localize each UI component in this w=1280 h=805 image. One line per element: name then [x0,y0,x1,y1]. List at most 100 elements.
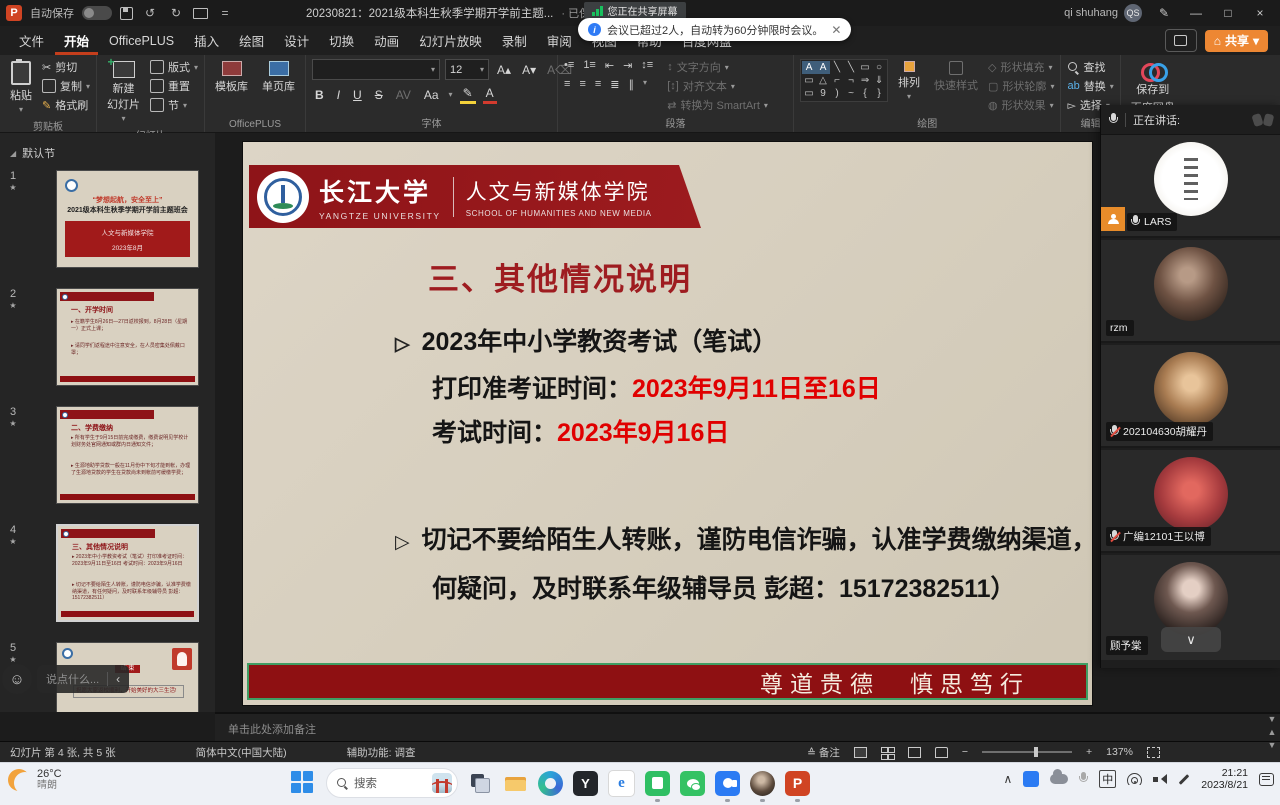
slide-indicator[interactable]: 幻灯片 第 4 张, 共 5 张 [0,745,126,760]
taskbar-search[interactable]: 搜索 [326,768,458,798]
font-size-combo[interactable]: 12▾ [445,59,489,80]
smartart-button[interactable]: ⇄转换为 SmartArt▾ [667,97,768,113]
hidden-icons-chevron[interactable]: ∧ [1003,772,1012,786]
template-library-button[interactable]: 模板库 [211,59,252,96]
participant-tile-huyaodan[interactable]: 202104630胡耀丹 [1101,345,1280,448]
language-status[interactable]: 简体中文(中国大陆) [186,745,297,760]
decrease-indent-icon[interactable]: ⇤ [605,59,614,72]
line-spacing-icon[interactable]: ↕≡ [641,59,653,72]
notes-pane[interactable]: 单击此处添加备注 [215,712,1280,741]
onedrive-cloud-icon[interactable] [1050,774,1068,784]
strikethrough-button[interactable]: S [372,87,386,103]
notification-center-icon[interactable] [1259,773,1274,786]
tab-home[interactable]: 开始 [55,26,98,55]
align-text-button[interactable]: [↕]对齐文本▾ [667,78,768,94]
tencent-meeting-icon[interactable] [715,771,740,796]
ime-indicator[interactable]: 中 [1099,770,1116,788]
slide-thumbnail-1[interactable]: “梦想起航，安全至上” 2021级本科生秋季学期开学前主题班会 人文与新媒体学院… [56,170,199,268]
user-chip[interactable]: qi shuhang QS [1064,4,1142,22]
ribbon-options-icon[interactable]: = [216,6,234,20]
tab-transitions[interactable]: 切换 [320,26,363,55]
slide-body-text[interactable]: ▷2023年中小学教资考试（笔试） 打印准考证时间：2023年9月11日至16日… [395,320,1195,612]
tray-mic-icon[interactable] [1079,772,1088,786]
slide-thumbnail-2[interactable]: 一、开学时间 ▸ 在籍学生8月26日—27日返校报到，8月28日（星期一）正式上… [56,288,199,386]
zoom-slider[interactable] [982,751,1072,753]
slide-thumbnail-4-selected[interactable]: 三、其他情况说明 ▸ 2023年中小学教资考试（笔试）打印准考证时间：2023年… [56,524,199,622]
tab-draw[interactable]: 绘图 [230,26,273,55]
zoom-slider-thumb[interactable] [1034,747,1038,757]
find-button[interactable]: 查找 [1067,59,1113,75]
meeting-tray-icon[interactable] [1023,771,1039,787]
wifi-icon[interactable] [1127,773,1142,785]
edge-browser-icon[interactable] [538,771,563,796]
tab-file[interactable]: 文件 [10,26,53,55]
paste-button[interactable]: 粘贴▾ [6,59,36,116]
previous-slide-icon[interactable]: ▲ [1268,727,1277,737]
participant-tile-wangyibo[interactable]: 广编12101王以博 [1101,450,1280,553]
e-browser-icon[interactable]: e [608,770,635,797]
pen-icon[interactable] [1177,773,1190,786]
share-button[interactable]: ⌂ 共享 ▾ [1205,30,1268,52]
next-slide-icon[interactable]: ▼ [1268,740,1277,750]
tab-animations[interactable]: 动画 [365,26,408,55]
slide-sorter-icon[interactable] [881,747,894,758]
ink-pen-icon[interactable]: ✎ [1154,6,1174,20]
comments-button[interactable] [1165,29,1197,52]
avatar-app-icon[interactable] [750,771,775,796]
green-app-icon[interactable] [645,771,670,796]
save-icon[interactable] [120,7,133,20]
bold-button[interactable]: B [312,87,327,103]
grow-font-button[interactable]: A▴ [494,62,514,78]
start-button[interactable] [290,770,316,796]
single-page-library-button[interactable]: 单页库 [258,59,299,96]
tab-officeplus[interactable]: OfficePLUS [100,29,183,53]
new-slide-button[interactable]: 新建 幻灯片▾ [103,59,144,125]
shapes-gallery[interactable]: AA╲╲▭○ ▭△⌐¬⇒⇓ ▭9)~{} [800,59,888,102]
minimize-button[interactable]: — [1186,6,1206,20]
align-right-icon[interactable]: ≡ [595,78,601,91]
emoji-button[interactable]: ☺ [2,664,32,694]
increase-indent-icon[interactable]: ⇥ [623,59,632,72]
underline-button[interactable]: U [350,87,365,103]
numbering-icon[interactable]: 1≡ [583,59,596,72]
participant-tile-lars[interactable]: LARS [1101,135,1280,238]
slideshow-icon[interactable] [935,747,948,758]
bullets-icon[interactable]: •≡ [564,59,574,72]
fit-slide-icon[interactable] [1147,747,1160,758]
normal-view-icon[interactable] [854,747,867,758]
tab-insert[interactable]: 插入 [185,26,228,55]
participant-tile-rzm[interactable]: rzm [1101,240,1280,343]
close-button[interactable]: × [1250,6,1270,20]
chat-input[interactable]: 说点什么... ‹ [37,665,129,693]
align-left-icon[interactable]: ≡ [564,78,570,91]
font-color-button[interactable]: A [483,85,497,104]
shape-outline-button[interactable]: ▢形状轮廓▾ [988,78,1054,94]
task-view-button[interactable] [468,771,493,796]
tab-review[interactable]: 审阅 [538,26,581,55]
undo-icon[interactable]: ↺ [141,6,159,20]
align-center-icon[interactable]: ≡ [579,78,585,91]
zoom-level[interactable]: 137% [1106,746,1133,758]
section-header[interactable]: ◢ 默认节 [10,145,55,161]
slide-thumbnail-3[interactable]: 二、学费缴纳 ▸ 所有学生于9月15日前完成缴费，缴费说明见学校计划财务处官网通… [56,406,199,504]
cut-button[interactable]: ✂剪切 [42,59,90,75]
present-icon[interactable] [193,8,208,19]
text-direction-button[interactable]: ↕文字方向▾ [667,59,768,75]
toast-close-icon[interactable]: ✕ [831,23,841,37]
quick-styles-button[interactable]: 快速样式 [930,59,982,95]
scroll-down-icon[interactable]: ▼ [1268,714,1277,724]
dark-app-icon[interactable]: Y [573,771,598,796]
maximize-button[interactable]: □ [1218,6,1238,20]
taskbar-clock[interactable]: 21:21 2023/8/21 [1201,767,1248,791]
shape-fill-button[interactable]: ◇形状填充▾ [988,59,1054,75]
shape-effects-button[interactable]: ◍形状效果▾ [988,97,1054,113]
arrange-button[interactable]: 排列▾ [894,59,924,103]
powerpoint-taskbar-icon[interactable]: P [785,771,810,796]
italic-button[interactable]: I [334,87,343,103]
font-name-combo[interactable]: ▾ [312,59,440,80]
tab-design[interactable]: 设计 [275,26,318,55]
change-case-button[interactable]: Aa [421,87,442,103]
file-explorer-icon[interactable] [503,771,528,796]
zoom-out-icon[interactable]: − [962,746,968,758]
accessibility-status[interactable]: 辅助功能: 调查 [337,745,426,760]
